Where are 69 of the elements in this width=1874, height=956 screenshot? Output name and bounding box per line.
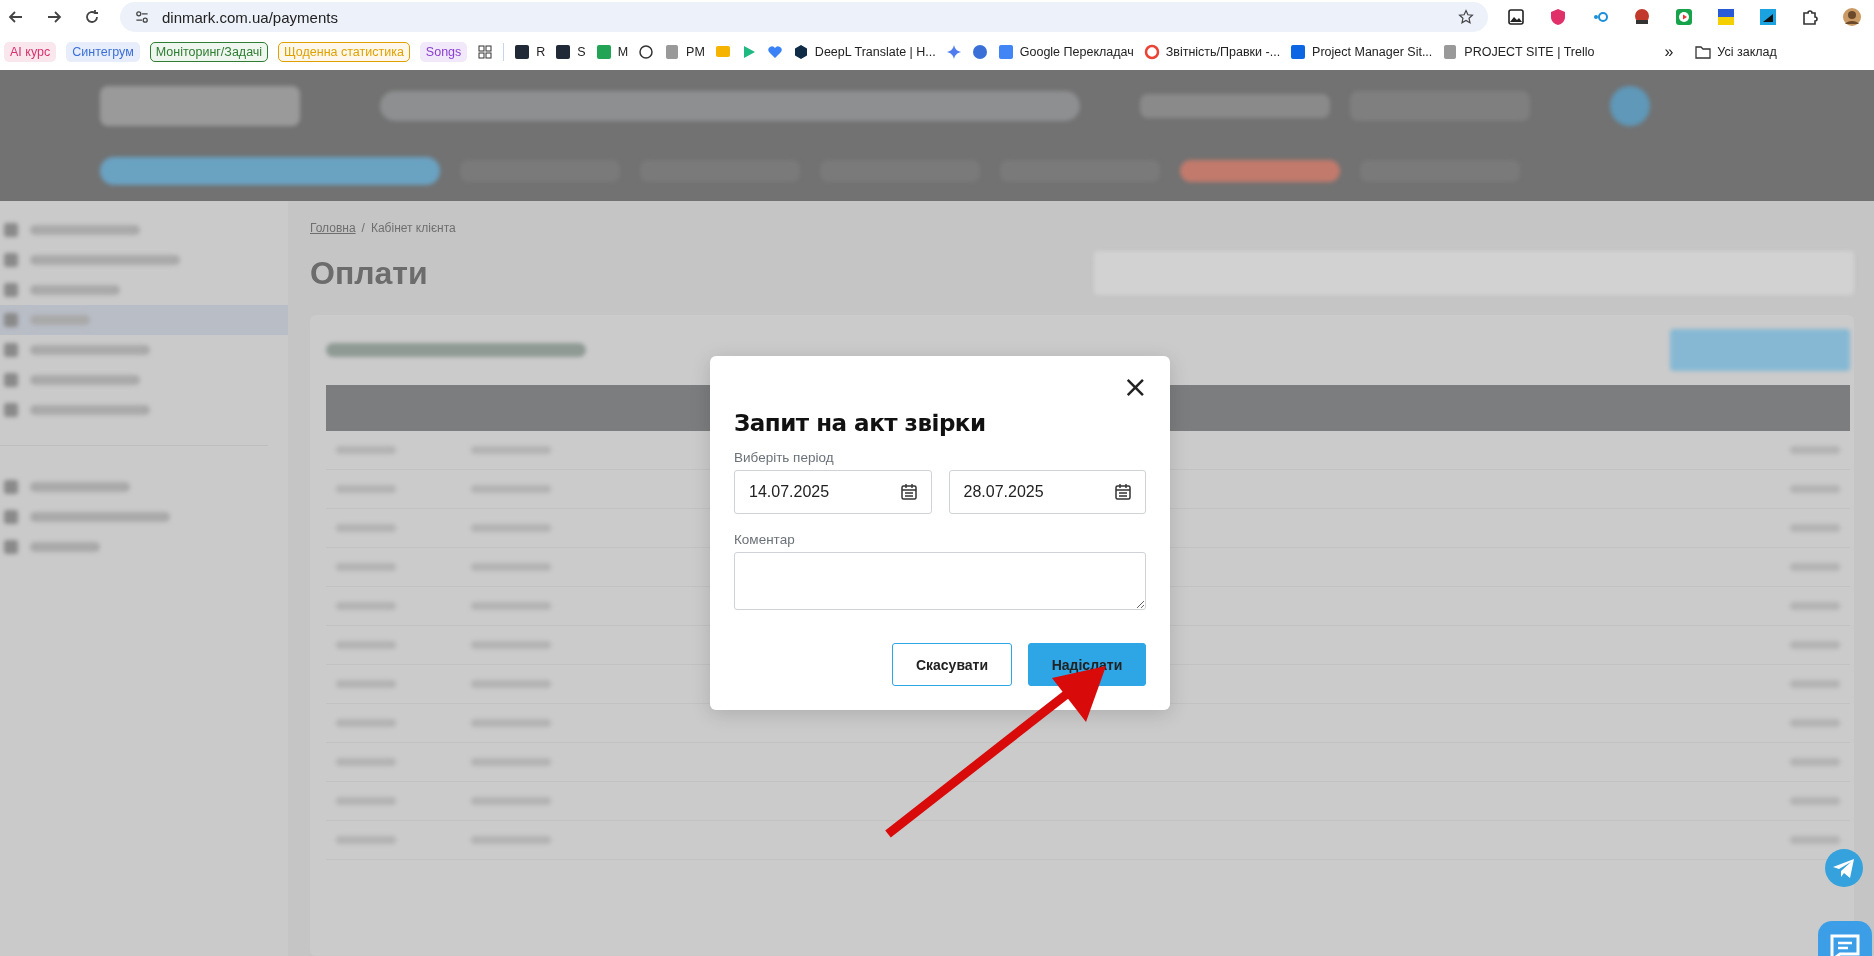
breadcrumb-current: Кабінет клієнта [370,221,456,235]
shield-icon[interactable] [1548,7,1568,27]
dot-icon[interactable] [971,44,988,60]
play-extension-icon[interactable] [1674,7,1694,27]
sheet-icon[interactable] [595,44,612,60]
ring-icon[interactable] [1143,44,1160,60]
bookmark-link[interactable]: PM [686,45,705,59]
dialog-title: Запит на акт звірки [734,410,987,436]
page-title: Оплати [310,254,428,292]
more-bookmarks-button[interactable]: » [1664,43,1674,61]
translate-icon[interactable] [997,44,1014,60]
blurred-profile-icon [1610,85,1650,126]
puzzle-icon[interactable] [1800,7,1820,27]
bookmark-link[interactable]: Project Manager Sit... [1312,45,1433,59]
blurred-menu-icon [4,480,18,494]
blurred-menu-icon [4,373,18,387]
cast-extension-icon[interactable] [1758,7,1778,27]
field-label: Коментар [734,532,795,547]
blurred-menu-icon [4,313,18,327]
calendar-icon[interactable] [898,482,919,502]
cancel-button[interactable]: Скасувати [892,643,1012,686]
image-icon[interactable] [1506,7,1526,27]
bookmark-link[interactable]: PROJECT SITE | Trello [1464,45,1595,59]
field-label: Виберіть період [734,450,834,465]
bookmark-link[interactable]: S [577,45,586,59]
bookmark-chip[interactable]: AI курс [4,42,57,62]
sparkle-icon[interactable] [945,44,962,60]
blurred-menu-icon [4,343,18,357]
bookmark-chip[interactable]: Моніторинг/Задачі [149,42,269,62]
app-tile-icon[interactable] [514,44,531,60]
date-field[interactable]: 14.07.2025 [734,470,932,514]
telegram-icon[interactable] [1824,848,1864,888]
calendar-icon[interactable] [1113,482,1133,502]
heart-icon[interactable] [766,44,783,60]
circle-outline-icon[interactable] [638,44,655,60]
star-icon[interactable] [1458,9,1474,25]
folder-icon[interactable] [1695,44,1712,60]
blurred-menu-icon [4,403,18,417]
close-button[interactable]: × [1118,372,1152,402]
blurred-menu-icon [4,510,18,524]
board-icon[interactable] [1290,44,1307,60]
page-icon[interactable] [1442,44,1459,60]
blurred-menu-icon [4,223,18,237]
app-tile-icon[interactable] [555,44,572,60]
page-icon[interactable] [664,44,681,60]
hexagon-icon[interactable] [792,44,809,60]
bookmark-link[interactable]: R [536,45,546,59]
bookmark-link[interactable]: DeepL Translate | Н... [814,45,936,59]
blurred-menu-icon [4,540,18,554]
blurred-menu-text [30,315,90,325]
breadcrumb-separator: / [361,221,365,235]
date-field[interactable]: 28.07.2025 [948,470,1146,514]
flag-extension-icon[interactable] [1716,7,1736,27]
blurred-menu-icon [4,283,18,297]
bookmark-chip[interactable]: Синтегрум [66,42,140,62]
comment-field[interactable] [734,552,1146,610]
apps-grid-icon[interactable] [477,44,494,60]
bookmark-folder[interactable]: Усі заклад [1717,45,1777,59]
seo-extension-icon[interactable] [1632,7,1652,27]
bookmark-chip[interactable]: Songs [419,42,468,62]
url-text: dinmark.com.ua/payments [162,8,339,26]
bookmark-link[interactable]: Звітність/Правки -... [1165,45,1281,59]
site-settings-icon[interactable] [134,9,150,25]
bookmark-link[interactable]: M [617,45,629,59]
blurred-menu-text [30,542,100,552]
blurred-menu-icon [4,253,18,267]
bookmark-link[interactable]: Google Перекладач [1019,45,1134,59]
address-bar[interactable]: dinmark.com.ua/payments [120,2,1488,32]
avatar-icon[interactable] [1842,7,1862,27]
